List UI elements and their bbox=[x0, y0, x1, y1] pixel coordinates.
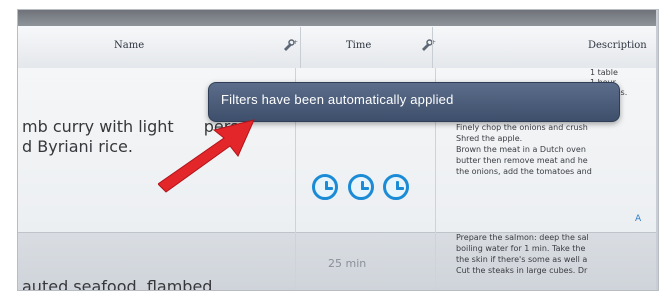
toast-message: Filters have been automatically applied bbox=[221, 92, 454, 107]
recipe-table-screen: Name + Time + Description mb curry with … bbox=[18, 10, 658, 290]
recipe-name-line: auted seafood, flambed bbox=[22, 277, 213, 290]
filter-wrench-icon[interactable]: + bbox=[418, 37, 436, 55]
column-header-time[interactable]: Time bbox=[346, 40, 371, 51]
table-right-edge bbox=[656, 10, 658, 290]
description-more-link[interactable]: A bbox=[635, 214, 641, 224]
table-header: Name + Time + Description bbox=[18, 26, 658, 69]
column-header-description[interactable]: Description bbox=[588, 40, 647, 51]
red-arrow-annotation bbox=[158, 114, 268, 194]
recipe-description: Finely chop the onions and crush Shred t… bbox=[456, 123, 592, 176]
column-header-name[interactable]: Name bbox=[114, 40, 144, 51]
recipe-duration: 25 min bbox=[328, 257, 367, 270]
filter-wrench-icon[interactable]: + bbox=[280, 37, 298, 55]
svg-text:+: + bbox=[293, 39, 298, 46]
clock-icon bbox=[348, 174, 374, 200]
header-divider bbox=[300, 27, 301, 68]
clock-icon bbox=[312, 174, 338, 200]
window-top-strip bbox=[18, 10, 658, 26]
recipe-description: Prepare the salmon: deep the sal boiling… bbox=[456, 233, 589, 275]
header-divider bbox=[432, 27, 433, 68]
recipe-name-line: d Byriani rice. bbox=[22, 137, 133, 156]
clock-icon bbox=[383, 174, 409, 200]
filters-applied-toast[interactable]: Filters have been automatically applied bbox=[208, 82, 620, 122]
